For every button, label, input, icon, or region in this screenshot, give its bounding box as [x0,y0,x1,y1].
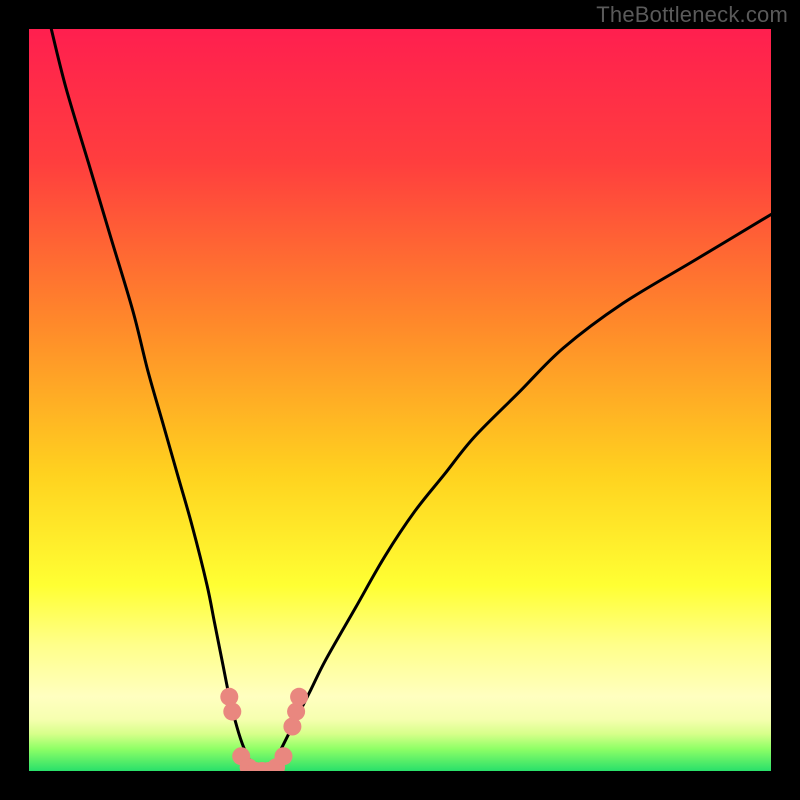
highlight-dot [220,688,238,706]
highlight-dot [275,747,293,765]
highlight-dot [287,703,305,721]
watermark-text: TheBottleneck.com [596,2,788,28]
dots-layer [29,29,771,771]
plot-area [29,29,771,771]
highlight-dot [223,703,241,721]
highlight-dot [290,688,308,706]
chart-frame: TheBottleneck.com [0,0,800,800]
